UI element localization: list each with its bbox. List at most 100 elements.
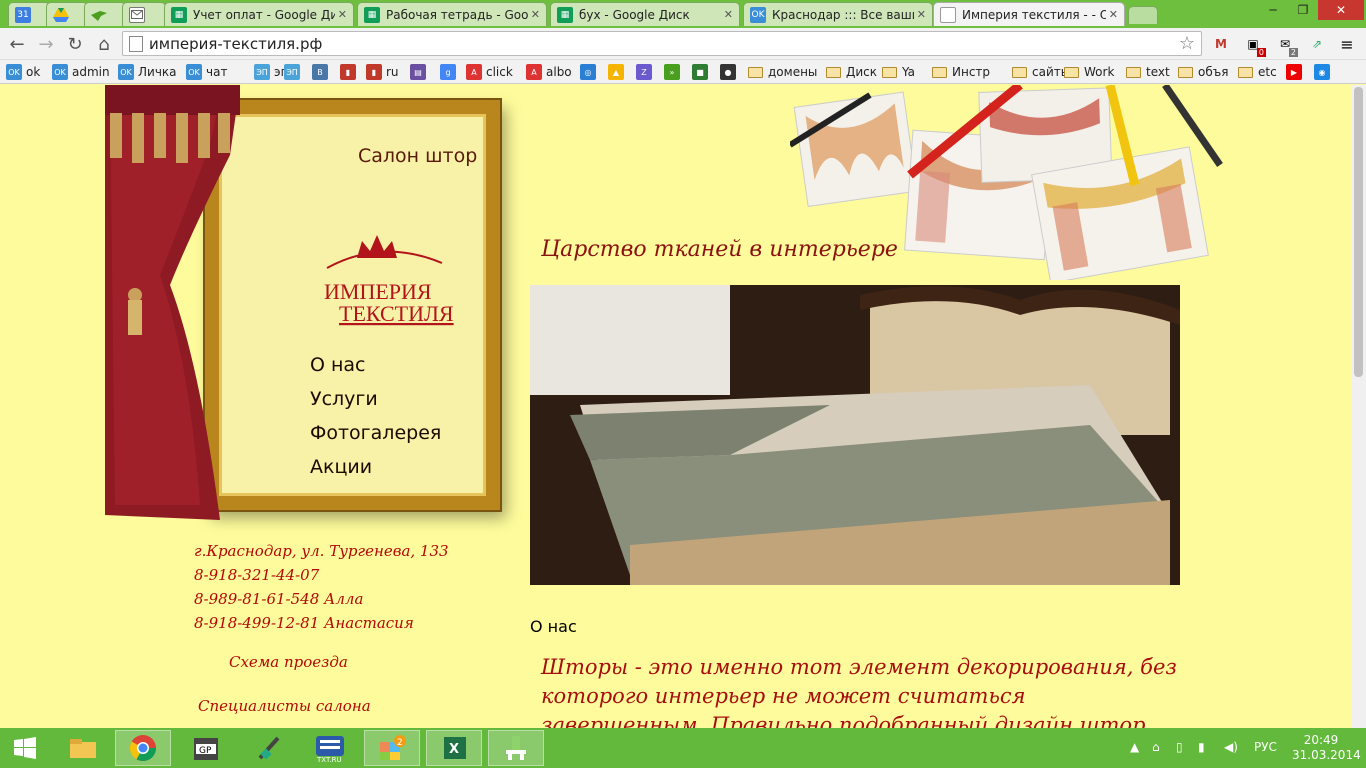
phone-3: 8-918-499-12-81 Анастасия <box>194 614 414 632</box>
ep-icon: ЭП <box>284 64 300 80</box>
pen-icon[interactable] <box>240 730 296 766</box>
bookmark-item[interactable]: ▤ <box>410 63 430 81</box>
clock[interactable]: 20:49 31.03.2014 <box>1292 733 1361 763</box>
svg-text:2: 2 <box>397 738 403 748</box>
close-icon[interactable]: ✕ <box>724 8 733 21</box>
bookmark-item[interactable]: ▲ <box>608 63 628 81</box>
show-hidden-icon[interactable]: ▲ <box>1130 740 1139 754</box>
back-icon[interactable]: ← <box>5 32 29 56</box>
close-icon[interactable]: ✕ <box>1109 8 1118 21</box>
nav-gallery[interactable]: Фотогалерея <box>310 422 441 444</box>
forward-icon[interactable]: → <box>34 32 58 56</box>
close-icon[interactable]: ✕ <box>531 8 540 21</box>
camera-icon: ● <box>720 64 736 80</box>
tab-drive[interactable] <box>46 2 88 26</box>
bookmark-item[interactable]: ● <box>720 63 740 81</box>
sheets-icon: ▦ <box>364 6 380 23</box>
game-icon[interactable]: 2 <box>364 730 420 766</box>
reload-icon[interactable]: ↻ <box>63 32 87 56</box>
bookmark-item[interactable]: Z <box>636 63 656 81</box>
bookmark-star-icon[interactable]: ☆ <box>1179 33 1195 54</box>
app-icon[interactable] <box>488 730 544 766</box>
bookmark-item[interactable]: Aclick <box>466 63 513 81</box>
device-icon[interactable]: ⌂ <box>1152 740 1160 754</box>
bookmark-item[interactable]: OK admin <box>52 63 110 81</box>
bookmark-item[interactable]: OK ok <box>6 63 40 81</box>
close-icon[interactable]: ✕ <box>917 8 926 21</box>
tab-buh[interactable]: ▦ бух - Google Диск ✕ <box>550 2 740 26</box>
clock-date: 31.03.2014 <box>1292 748 1361 762</box>
bookmark-item[interactable]: g <box>440 63 460 81</box>
bookmark-item[interactable]: объя <box>1178 63 1228 81</box>
tab-workbook[interactable]: ▦ Рабочая тетрадь - Google✕ <box>357 2 547 26</box>
bookmark-item[interactable]: B <box>312 63 332 81</box>
specialists-link[interactable]: Специалисты салона <box>198 697 371 715</box>
bookmark-label: Инстр <box>952 65 991 79</box>
address-bar[interactable]: империя-текстиля.рф ☆ <box>122 31 1202 56</box>
bookmark-item[interactable]: сайты <box>1012 63 1070 81</box>
bookmark-item[interactable]: Work <box>1064 63 1114 81</box>
home-icon[interactable]: ⌂ <box>92 32 116 56</box>
bookmark-item[interactable]: ■ <box>692 63 712 81</box>
nav-about[interactable]: О нас <box>310 354 366 376</box>
new-tab-button[interactable] <box>1128 6 1158 24</box>
bookmark-item[interactable]: etc <box>1238 63 1277 81</box>
logo-line-2: ТЕКСТИЛЯ <box>339 301 454 326</box>
share-icon[interactable]: ⇗ <box>1306 34 1328 54</box>
bookmarks-bar: OK ok OK admin OK Личка OK чат ЭП эп ЭП B ▮ ▮ ru ▤ g Acli… <box>0 60 1366 84</box>
bookmark-item[interactable]: Диск <box>826 63 877 81</box>
bookmark-item[interactable]: OK чат <box>186 63 227 81</box>
bookmark-item[interactable]: ◎ <box>580 63 600 81</box>
messages-icon[interactable]: ✉ 2 <box>1274 34 1298 57</box>
bookmark-item[interactable]: OK Личка <box>118 63 177 81</box>
tab-imperia[interactable]: Империя текстиля - - О н ✕ <box>933 2 1125 26</box>
tab-mail[interactable] <box>122 2 166 26</box>
salon-title: Салон штор <box>358 145 478 167</box>
bookmark-item[interactable]: » <box>664 63 684 81</box>
bookmark-item[interactable]: ЭП <box>284 63 304 81</box>
tab-calendar[interactable]: 31 <box>8 2 50 26</box>
language-indicator[interactable]: РУС <box>1254 740 1277 754</box>
close-window-icon[interactable]: ✕ <box>1318 0 1364 20</box>
volume-icon[interactable]: ◀) <box>1224 740 1238 754</box>
logo[interactable]: ИМПЕРИЯ ТЕКСТИЛЯ <box>322 233 472 328</box>
gmail-icon[interactable]: M <box>1210 34 1232 54</box>
menu-icon[interactable]: ≡ <box>1336 34 1358 54</box>
tab-bird[interactable] <box>84 2 126 26</box>
scrollbar[interactable] <box>1352 85 1366 728</box>
signal-icon[interactable]: ▮ <box>1198 740 1205 754</box>
minimize-icon[interactable]: ─ <box>1258 0 1288 20</box>
map-link[interactable]: Схема проезда <box>229 653 348 671</box>
windows-icon <box>14 737 36 759</box>
bookmark-item[interactable]: text <box>1126 63 1170 81</box>
excel-icon[interactable]: X <box>426 730 482 766</box>
bookmark-item[interactable]: ▮ ru <box>366 63 399 81</box>
slogan: Царство тканей в интерьере <box>541 237 898 262</box>
chrome-icon[interactable] <box>115 730 171 766</box>
bookmark-item[interactable]: ▮ <box>340 63 360 81</box>
start-button[interactable] <box>0 730 50 766</box>
battery-icon[interactable]: ▯ <box>1176 740 1183 754</box>
tab-krasnodar[interactable]: OK Краснодар ::: Все ваши в✕ <box>743 2 933 26</box>
sheets-icon: ▦ <box>171 6 187 23</box>
txt-icon[interactable]: TXT.RU <box>302 730 358 766</box>
bookmark-item[interactable]: домены <box>748 63 817 81</box>
folder-icon <box>932 66 947 78</box>
bookmark-item[interactable]: ◉ <box>1314 63 1334 81</box>
youtube-icon: ▶ <box>1286 64 1302 80</box>
nav-promotions[interactable]: Акции <box>310 456 372 478</box>
notifier-icon[interactable]: ▣ 0 <box>1242 34 1266 57</box>
bookmark-item[interactable]: Ya <box>882 63 915 81</box>
explorer-icon[interactable] <box>55 730 111 766</box>
bookmark-item[interactable]: Aalbo <box>526 63 572 81</box>
gp-icon[interactable]: GP <box>178 730 234 766</box>
folder-icon <box>748 66 763 78</box>
close-icon[interactable]: ✕ <box>338 8 347 21</box>
tab-uchet[interactable]: ▦ Учет оплат - Google Диск✕ <box>164 2 354 26</box>
scrollbar-thumb[interactable] <box>1354 87 1363 377</box>
restore-icon[interactable]: ❐ <box>1288 0 1318 20</box>
bookmark-item[interactable]: ▶ <box>1286 63 1306 81</box>
bookmark-item[interactable]: Инстр <box>932 63 990 81</box>
nav-services[interactable]: Услуги <box>310 388 378 410</box>
adwords-icon: A <box>466 64 482 80</box>
